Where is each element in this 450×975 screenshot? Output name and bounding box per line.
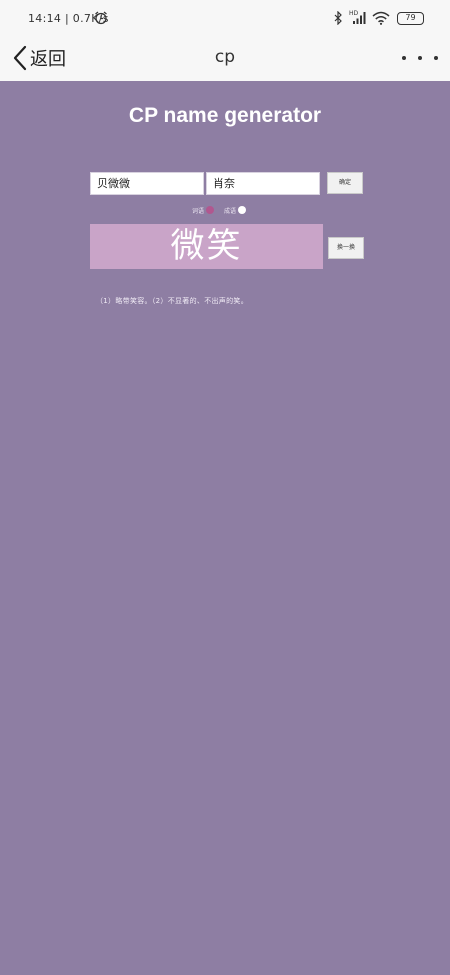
dot — [418, 56, 422, 60]
name-input-second[interactable]: 肖奈 — [206, 172, 320, 195]
result-word: 微笑 — [170, 226, 243, 266]
bluetooth-icon — [334, 11, 342, 25]
wifi-icon — [372, 11, 390, 25]
name-input-first[interactable]: 贝微微 — [90, 172, 204, 195]
signal-icon — [353, 12, 366, 24]
option-word[interactable]: 词语 — [192, 206, 215, 215]
word-type-options: 词语 成语 — [192, 204, 247, 216]
result-definition: （1）略带笑容。（2）不显著的、不出声的笑。 — [96, 297, 249, 305]
battery-icon: 79 — [397, 12, 424, 25]
radio-unselected-icon — [206, 206, 215, 214]
next-button[interactable]: 换一换 — [328, 237, 364, 259]
nav-bar: 返回 cp — [0, 36, 450, 81]
option-idiom[interactable]: 成语 — [224, 206, 247, 215]
option-idiom-label: 成语 — [224, 207, 237, 215]
status-bar: 14:14 | 0.7K/s HD 79 — [0, 0, 450, 36]
radio-selected-icon — [238, 206, 247, 214]
nav-title: cp — [214, 47, 236, 67]
dot — [434, 56, 438, 60]
page-title: CP name generator — [128, 104, 322, 127]
dot — [402, 56, 406, 60]
more-dots-icon[interactable] — [402, 48, 438, 68]
option-word-label: 词语 — [192, 207, 205, 215]
confirm-button[interactable]: 确定 — [327, 172, 363, 194]
result-box: 微笑 — [90, 224, 323, 269]
alarm-icon — [95, 11, 107, 25]
